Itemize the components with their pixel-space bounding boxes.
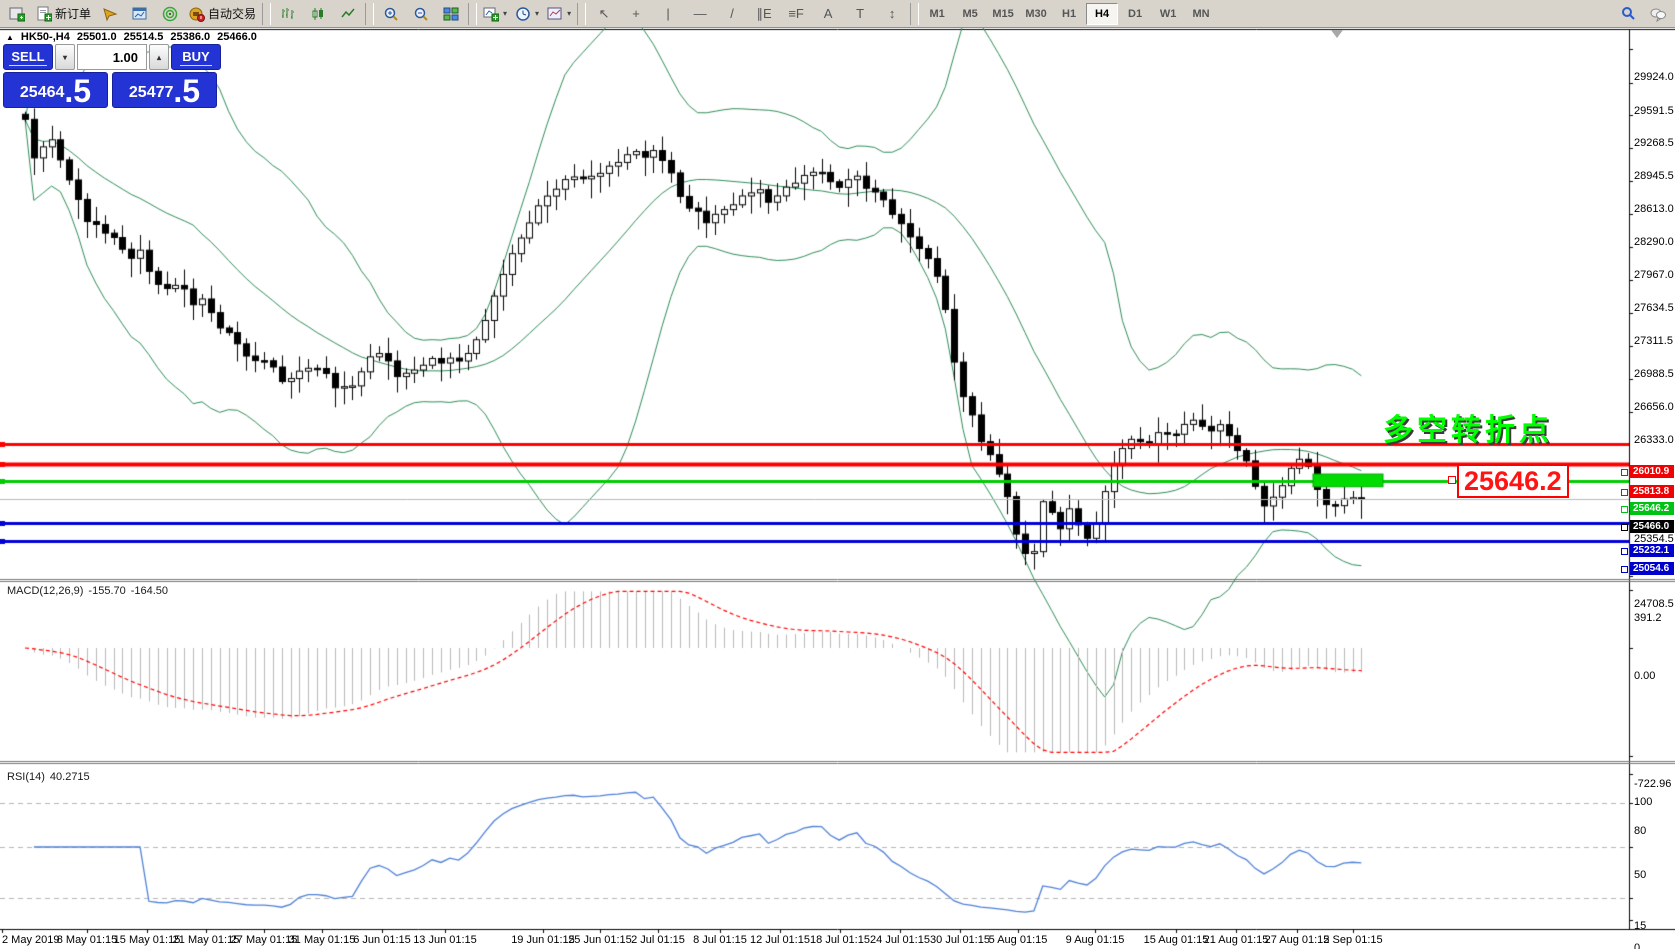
timeframe-d1-button[interactable]: D1	[1119, 3, 1151, 25]
line-end-anchor[interactable]	[1621, 566, 1628, 573]
autotrading-label: 自动交易	[208, 5, 256, 22]
buy-price-display[interactable]: 25477.5	[112, 72, 217, 108]
market-watch-button[interactable]	[125, 2, 155, 26]
period-button[interactable]: ▾	[511, 2, 543, 26]
buy-button[interactable]: BUY	[171, 44, 221, 70]
line-end-anchor[interactable]	[1621, 469, 1628, 476]
zoom-out-button[interactable]	[406, 2, 436, 26]
crosshair-tool[interactable]: +	[620, 2, 652, 26]
timeframe-w1-button[interactable]: W1	[1152, 3, 1184, 25]
volume-decrease-button[interactable]: ▾	[55, 44, 75, 70]
sell-price-display[interactable]: 25464.5	[3, 72, 108, 108]
chart-window-icon	[132, 6, 148, 22]
chart-window: ▲ HK50-,H4 25501.0 25514.5 25386.0 25466…	[0, 28, 1675, 949]
bar-chart-icon	[280, 6, 296, 22]
chat-button[interactable]	[1643, 2, 1673, 26]
timeframe-h4-button[interactable]: H4	[1086, 3, 1118, 25]
toolbar-separator	[910, 3, 919, 25]
tile-windows-icon	[443, 6, 459, 22]
candlestick-mode-button[interactable]	[303, 2, 333, 26]
charts-shift-button[interactable]	[95, 2, 125, 26]
app-icon	[9, 6, 25, 22]
one-click-trading-panel: SELL ▾ 1.00 ▴ BUY 25464.5 25477.5	[3, 44, 221, 108]
chart-canvas[interactable]	[0, 28, 1675, 949]
buy-price-frac: .5	[173, 76, 200, 106]
new-chart-icon	[483, 6, 499, 22]
vertical-line-tool[interactable]: |	[652, 2, 684, 26]
template-button[interactable]: ▾	[543, 2, 575, 26]
search-button[interactable]	[1613, 2, 1643, 26]
dropdown-caret-icon: ▾	[535, 9, 539, 18]
fibonacci-tool[interactable]: ≡F	[780, 2, 812, 26]
arrows-tool[interactable]: ↕	[876, 2, 908, 26]
signals-button[interactable]	[155, 2, 185, 26]
dropdown-caret-icon: ▾	[567, 9, 571, 18]
sell-price-frac: .5	[64, 76, 91, 106]
toolbar-separator	[365, 3, 374, 25]
candlestick-icon	[310, 6, 326, 22]
line-end-anchor[interactable]	[1621, 524, 1628, 531]
new-order-label: 新订单	[55, 5, 91, 22]
zoom-out-icon	[413, 6, 429, 22]
terminal-icon[interactable]	[2, 2, 32, 26]
price-callout-box[interactable]: 25646.2	[1457, 464, 1569, 498]
timeframes-group: M1M5M15M30H1H4D1W1MN	[921, 3, 1217, 25]
toolbar-separator	[468, 3, 477, 25]
signal-icon	[162, 6, 178, 22]
text-tool[interactable]: A	[812, 2, 844, 26]
bar-chart-mode-button[interactable]	[273, 2, 303, 26]
zoom-in-icon	[383, 6, 399, 22]
text-label-tool[interactable]: T	[844, 2, 876, 26]
toolbar-separator	[262, 3, 271, 25]
timeframe-m1-button[interactable]: M1	[921, 3, 953, 25]
terminal-window: 新订单 自动交易	[0, 0, 1675, 949]
search-icon	[1620, 6, 1636, 22]
new-chart-button[interactable]: ▾	[479, 2, 511, 26]
autotrading-icon	[189, 6, 205, 22]
chart-shift-marker[interactable]	[1331, 30, 1343, 38]
channel-tool[interactable]: ∥E	[748, 2, 780, 26]
new-order-button[interactable]: 新订单	[32, 2, 95, 26]
toolbar-separator	[577, 3, 586, 25]
line-end-anchor[interactable]	[1621, 506, 1628, 513]
timeframe-m5-button[interactable]: M5	[954, 3, 986, 25]
buy-price-int: 25477	[129, 80, 174, 106]
template-icon	[547, 6, 563, 22]
line-end-anchor[interactable]	[1621, 548, 1628, 555]
new-order-icon	[36, 6, 52, 22]
drawing-tools-group: ↖+|—/∥E≡FAT↕	[588, 2, 908, 26]
timeframe-m30-button[interactable]: M30	[1020, 3, 1052, 25]
chat-bubbles-icon	[1650, 6, 1666, 22]
volume-increase-button[interactable]: ▴	[149, 44, 169, 70]
main-toolbar: 新订单 自动交易	[0, 0, 1675, 28]
clock-icon	[515, 6, 531, 22]
timeframe-m15-button[interactable]: M15	[987, 3, 1019, 25]
line-end-anchor[interactable]	[1621, 489, 1628, 496]
timeframe-mn-button[interactable]: MN	[1185, 3, 1217, 25]
callout-anchor-handle[interactable]	[1448, 476, 1456, 484]
trendline-tool[interactable]: /	[716, 2, 748, 26]
tile-windows-button[interactable]	[436, 2, 466, 26]
cursor-tool[interactable]: ↖	[588, 2, 620, 26]
line-chart-mode-button[interactable]	[333, 2, 363, 26]
timeframe-h1-button[interactable]: H1	[1053, 3, 1085, 25]
line-chart-icon	[340, 6, 356, 22]
dropdown-caret-icon: ▾	[503, 9, 507, 18]
sell-button[interactable]: SELL	[3, 44, 53, 70]
autotrading-button[interactable]: 自动交易	[185, 2, 260, 26]
sell-price-int: 25464	[20, 80, 65, 106]
zoom-in-button[interactable]	[376, 2, 406, 26]
volume-input[interactable]: 1.00	[77, 44, 147, 70]
gold-arrow-icon	[102, 6, 118, 22]
horizontal-line-tool[interactable]: —	[684, 2, 716, 26]
